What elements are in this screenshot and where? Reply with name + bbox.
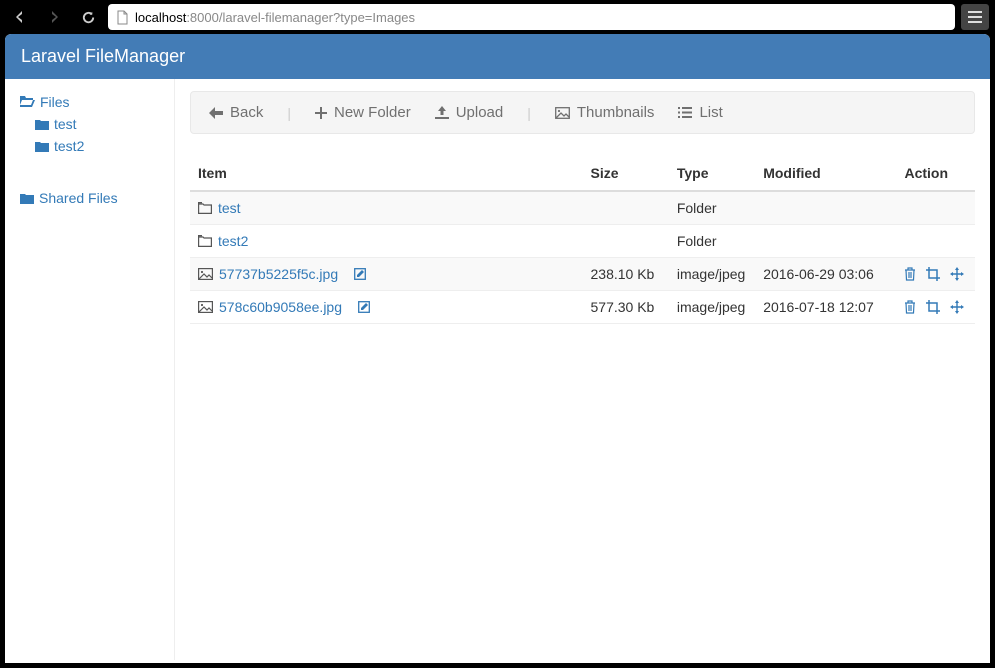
table-row: test Folder bbox=[190, 191, 975, 225]
item-name-link[interactable]: test2 bbox=[218, 233, 248, 249]
table-header-size[interactable]: Size bbox=[583, 156, 669, 191]
table-header-action[interactable]: Action bbox=[896, 156, 975, 191]
folder-icon bbox=[35, 141, 49, 152]
arrow-left-icon bbox=[209, 107, 223, 119]
rename-icon[interactable] bbox=[358, 301, 370, 313]
sidebar-item-label: Shared Files bbox=[39, 190, 118, 206]
toolbar-new-folder-button[interactable]: New Folder bbox=[315, 104, 411, 121]
toolbar-separator: | bbox=[527, 105, 531, 121]
browser-bar: localhost:8000/laravel-filemanager?type=… bbox=[0, 0, 995, 34]
cell-type: image/jpeg bbox=[669, 291, 755, 324]
toolbar-list-button[interactable]: List bbox=[678, 104, 722, 121]
delete-icon[interactable] bbox=[904, 300, 916, 314]
list-icon bbox=[678, 107, 692, 118]
cell-size: 238.10 Kb bbox=[583, 258, 669, 291]
file-table: Item Size Type Modified Action test Folde… bbox=[190, 156, 975, 324]
table-row: 57737b5225f5c.jpg 238.10 Kbimage/jpeg2016… bbox=[190, 258, 975, 291]
image-icon bbox=[198, 301, 213, 313]
rename-icon[interactable] bbox=[354, 268, 366, 280]
move-icon[interactable] bbox=[950, 300, 964, 314]
table-row: test2 Folder bbox=[190, 225, 975, 258]
sidebar-item-test[interactable]: test bbox=[20, 113, 159, 135]
toolbar-thumbnails-button[interactable]: Thumbnails bbox=[555, 104, 655, 121]
toolbar-back-button[interactable]: Back bbox=[209, 104, 263, 121]
browser-url-text: localhost:8000/laravel-filemanager?type=… bbox=[135, 10, 947, 25]
toolbar-label: List bbox=[699, 104, 722, 121]
cell-modified: 2016-07-18 12:07 bbox=[755, 291, 896, 324]
folder-icon bbox=[35, 119, 49, 130]
browser-forward-button[interactable] bbox=[40, 4, 68, 30]
toolbar-separator: | bbox=[287, 105, 291, 121]
table-header-modified[interactable]: Modified bbox=[755, 156, 896, 191]
plus-icon bbox=[315, 107, 327, 119]
cell-type: image/jpeg bbox=[669, 258, 755, 291]
main: Back | New Folder Upload | bbox=[175, 79, 990, 660]
sidebar-files-group: Files test test2 bbox=[20, 91, 159, 157]
folder-icon bbox=[20, 193, 34, 204]
app: Laravel FileManager Files test bbox=[5, 34, 990, 663]
image-icon bbox=[198, 268, 213, 280]
cell-modified bbox=[755, 225, 896, 258]
cell-action bbox=[896, 225, 975, 258]
app-content: Files test test2 bbox=[5, 79, 990, 660]
item-name-link[interactable]: 578c60b9058ee.jpg bbox=[219, 299, 342, 315]
cell-type: Folder bbox=[669, 191, 755, 225]
app-title: Laravel FileManager bbox=[5, 34, 990, 79]
cell-modified bbox=[755, 191, 896, 225]
browser-reload-button[interactable] bbox=[74, 4, 102, 30]
upload-icon bbox=[435, 106, 449, 119]
sidebar-item-label: Files bbox=[40, 94, 70, 110]
sidebar: Files test test2 bbox=[5, 79, 175, 660]
toolbar-label: Back bbox=[230, 104, 263, 121]
image-icon bbox=[555, 107, 570, 119]
cell-action bbox=[896, 258, 975, 291]
folder-icon bbox=[198, 202, 212, 214]
cell-type: Folder bbox=[669, 225, 755, 258]
item-name-link[interactable]: 57737b5225f5c.jpg bbox=[219, 266, 338, 282]
cell-action bbox=[896, 291, 975, 324]
toolbar-label: New Folder bbox=[334, 104, 411, 121]
cell-size: 577.30 Kb bbox=[583, 291, 669, 324]
browser-url-bar[interactable]: localhost:8000/laravel-filemanager?type=… bbox=[108, 4, 955, 30]
sidebar-item-label: test2 bbox=[54, 138, 84, 154]
folder-icon bbox=[198, 235, 212, 247]
cell-size bbox=[583, 191, 669, 225]
table-header-type[interactable]: Type bbox=[669, 156, 755, 191]
delete-icon[interactable] bbox=[904, 267, 916, 281]
move-icon[interactable] bbox=[950, 267, 964, 281]
item-name-link[interactable]: test bbox=[218, 200, 241, 216]
cell-modified: 2016-06-29 03:06 bbox=[755, 258, 896, 291]
page-icon bbox=[116, 10, 129, 25]
toolbar: Back | New Folder Upload | bbox=[190, 91, 975, 134]
sidebar-item-label: test bbox=[54, 116, 77, 132]
table-row: 578c60b9058ee.jpg 577.30 Kbimage/jpeg2016… bbox=[190, 291, 975, 324]
sidebar-files[interactable]: Files bbox=[20, 91, 159, 113]
sidebar-shared-files[interactable]: Shared Files bbox=[20, 187, 159, 209]
toolbar-label: Upload bbox=[456, 104, 504, 121]
toolbar-label: Thumbnails bbox=[577, 104, 655, 121]
toolbar-upload-button[interactable]: Upload bbox=[435, 104, 504, 121]
crop-icon[interactable] bbox=[926, 267, 940, 281]
cell-size bbox=[583, 225, 669, 258]
table-header-item[interactable]: Item bbox=[190, 156, 583, 191]
folder-open-icon bbox=[20, 96, 35, 108]
browser-menu-button[interactable] bbox=[961, 4, 989, 30]
browser-back-button[interactable] bbox=[6, 4, 34, 30]
cell-action bbox=[896, 191, 975, 225]
sidebar-item-test2[interactable]: test2 bbox=[20, 135, 159, 157]
crop-icon[interactable] bbox=[926, 300, 940, 314]
